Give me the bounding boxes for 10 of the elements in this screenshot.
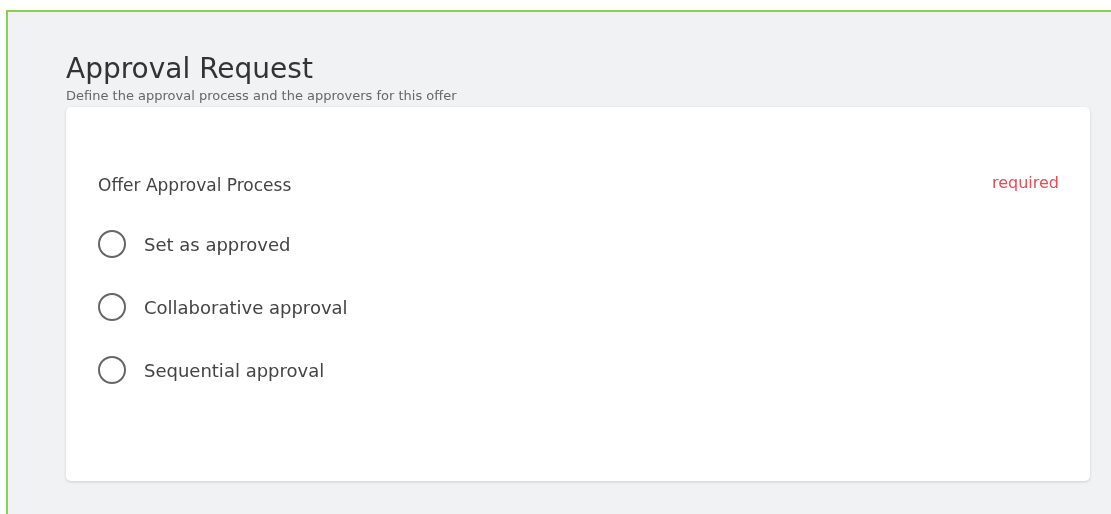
section-subtitle: Define the approval process and the approvers for this offer: [66, 87, 457, 105]
radio-button[interactable]: [98, 230, 126, 258]
section-title: Approval Request: [66, 51, 313, 87]
radio-label[interactable]: Sequential approval: [144, 359, 325, 381]
required-note: required: [991, 172, 1059, 192]
radio-label[interactable]: Set as approved: [144, 233, 291, 255]
radio-button[interactable]: [98, 356, 126, 384]
field-label: Offer Approval Process: [98, 175, 292, 195]
radio-button[interactable]: [98, 293, 126, 321]
radio-label[interactable]: Collaborative approval: [144, 296, 348, 318]
